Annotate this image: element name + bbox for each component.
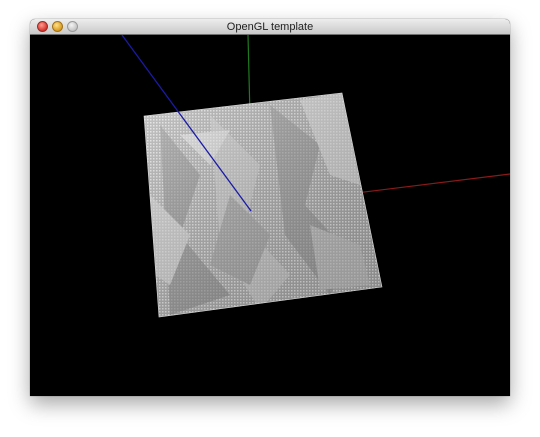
opengl-viewport[interactable] xyxy=(30,35,510,396)
height-map-surface xyxy=(143,92,383,318)
title-bar[interactable]: OpenGL template xyxy=(30,19,510,35)
opengl-scene xyxy=(121,35,510,318)
app-window: OpenGL template xyxy=(30,19,510,396)
window-title: OpenGL template xyxy=(226,21,314,33)
